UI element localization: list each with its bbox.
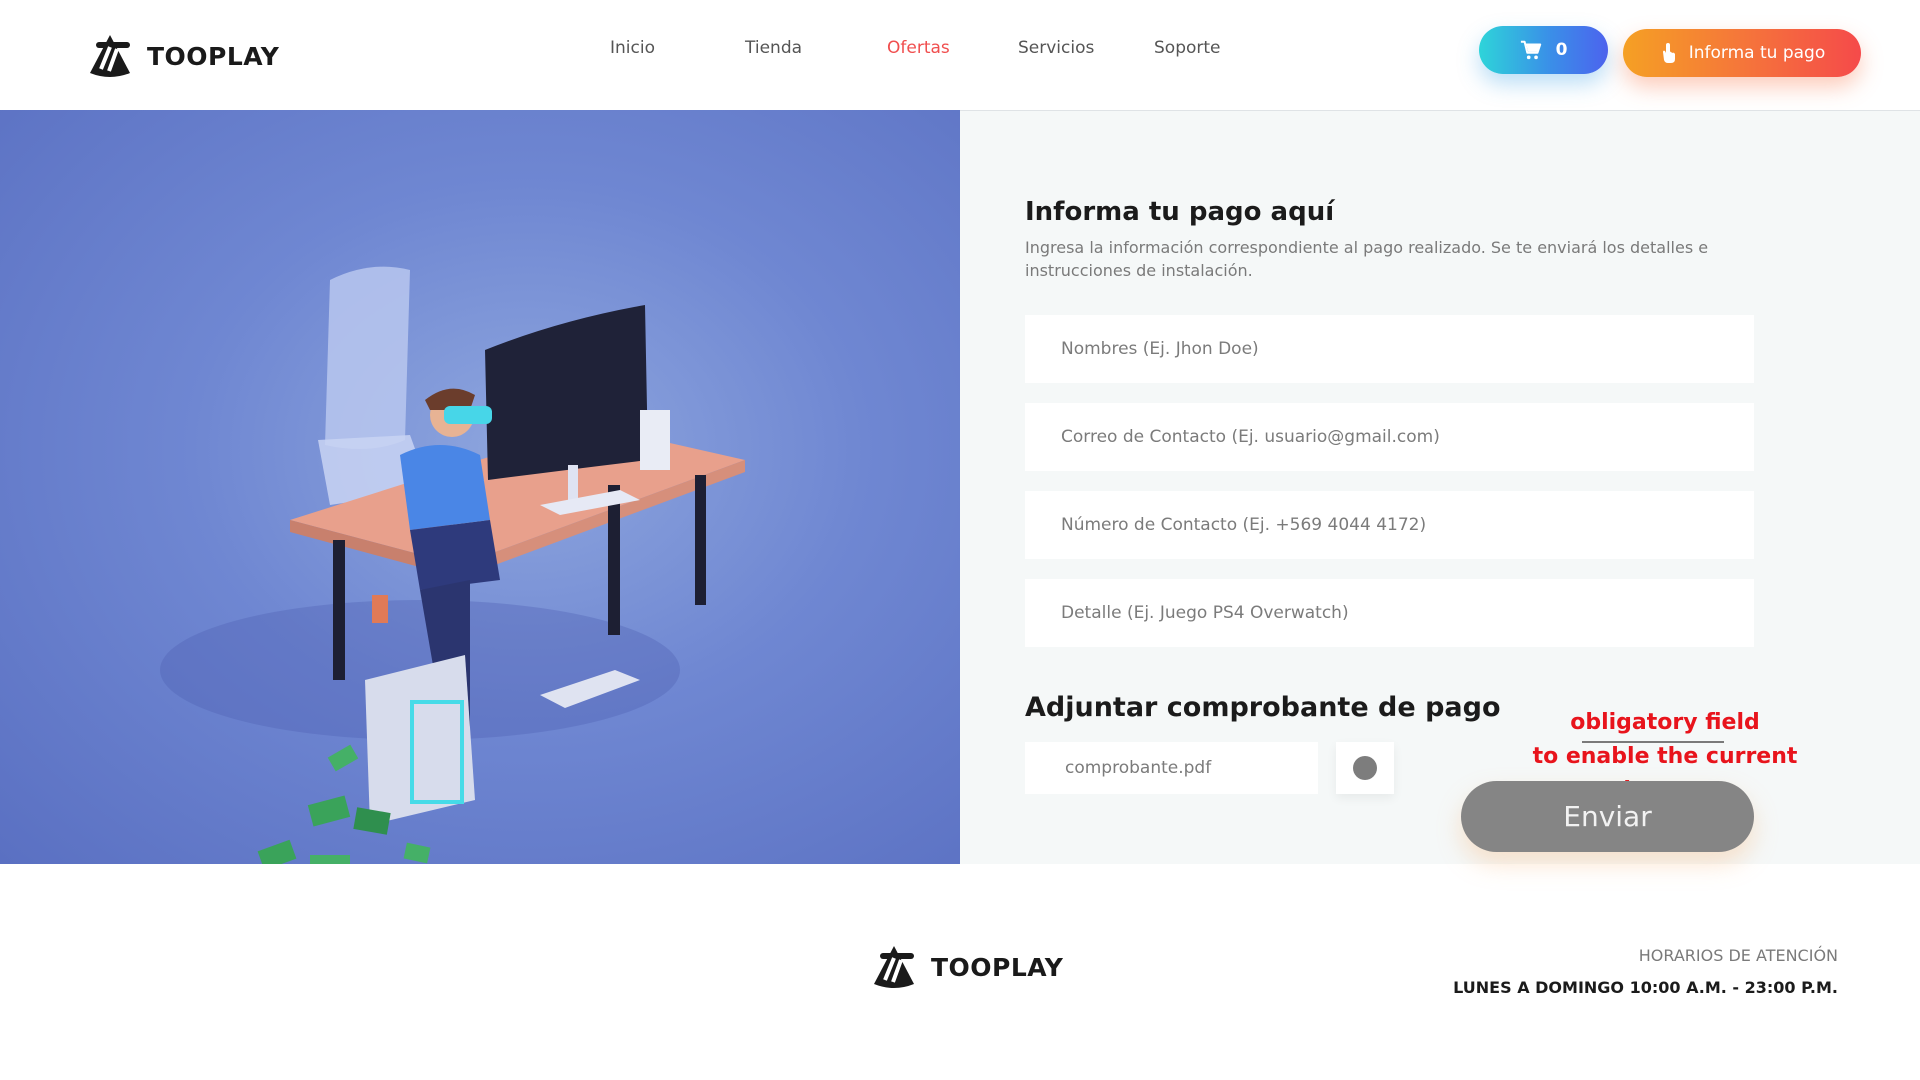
nav-item-servicios[interactable]: Servicios	[1018, 38, 1094, 58]
tooplay-logo-icon	[90, 35, 130, 77]
gamer-desk-illustration	[160, 266, 745, 864]
name-input[interactable]	[1025, 315, 1754, 383]
hero-illustration-panel	[0, 110, 960, 864]
file-name-field[interactable]: comprobante.pdf	[1025, 742, 1318, 794]
send-button[interactable]: Enviar	[1461, 781, 1754, 852]
nav-item-soporte[interactable]: Soporte	[1154, 38, 1221, 58]
attach-title: Adjuntar comprobante de pago	[1025, 692, 1501, 723]
annotation-line-1: obligatory field	[1570, 710, 1760, 735]
brand-name: TOOPLAY	[147, 41, 280, 71]
file-name: comprobante.pdf	[1065, 758, 1212, 778]
site-header: TOOPLAY Inicio Tienda Ofertas Servicios …	[0, 0, 1920, 110]
cart-button[interactable]: 0	[1479, 26, 1608, 74]
annotation-underline	[1582, 741, 1724, 743]
detail-input[interactable]	[1025, 579, 1754, 647]
brand-logo[interactable]: TOOPLAY	[87, 33, 279, 79]
nav-item-tienda[interactable]: Tienda	[745, 38, 802, 58]
cart-count: 0	[1555, 40, 1568, 60]
phone-input[interactable]	[1025, 491, 1754, 559]
file-upload-button[interactable]	[1336, 742, 1394, 794]
circle-icon	[1353, 756, 1377, 780]
hours-label: HORARIOS DE ATENCIÓN	[1638, 946, 1838, 965]
nav-item-ofertas[interactable]: Ofertas	[887, 38, 950, 58]
form-title: Informa tu pago aquí	[1025, 197, 1335, 227]
email-input[interactable]	[1025, 403, 1754, 471]
tooplay-logo-icon	[874, 946, 914, 988]
cart-icon	[1520, 40, 1541, 60]
footer-logo[interactable]: TOOPLAY	[871, 944, 1063, 990]
hours-value: LUNES A DOMINGO 10:00 A.M. - 23:00 P.M.	[1453, 978, 1838, 997]
form-subtitle: Ingresa la información correspondiente a…	[1025, 238, 1709, 280]
hand-pointer-icon	[1662, 43, 1675, 63]
footer-brand-name: TOOPLAY	[931, 952, 1064, 982]
report-payment-button[interactable]: Informa tu pago	[1623, 29, 1861, 77]
nav-item-inicio[interactable]: Inicio	[610, 38, 655, 58]
report-payment-label: Informa tu pago	[1688, 43, 1826, 63]
